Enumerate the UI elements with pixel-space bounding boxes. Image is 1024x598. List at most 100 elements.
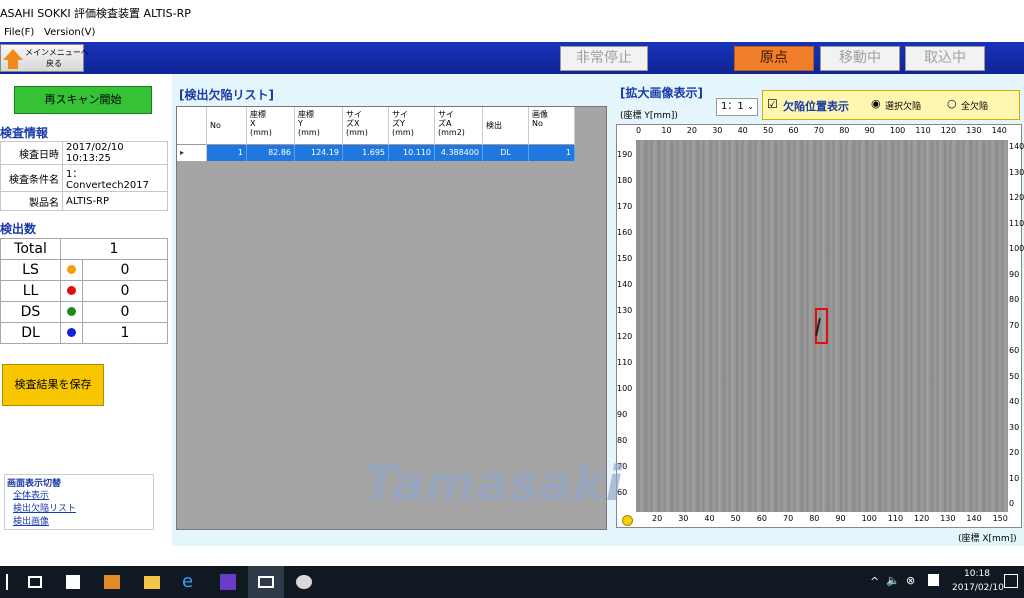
top-tick-label: 30 <box>712 126 723 135</box>
link-overall-view[interactable]: 全体表示 <box>13 488 49 501</box>
col-header: No <box>207 107 247 145</box>
right-tick-label: 110 <box>1009 218 1024 228</box>
bottom-tick-label: 140 <box>966 514 982 523</box>
count-label: LL <box>0 280 61 302</box>
back-button-label: メインメニューへ 戻る <box>25 48 89 68</box>
window-title: ASAHI SOKKI 評価検査装置 ALTIS-RP <box>0 7 191 20</box>
cell-x: 82.86 <box>247 145 295 161</box>
top-tick-label: 100 <box>890 126 906 135</box>
chevron-down-icon: ⌄ <box>747 102 754 111</box>
start-icon[interactable] <box>6 574 14 590</box>
link-detected-image[interactable]: 検出画像 <box>13 514 49 527</box>
left-tick-label: 190 <box>617 150 633 159</box>
menu-file[interactable]: File(F) <box>4 27 34 38</box>
unloading-button[interactable]: 取込中 <box>905 46 985 71</box>
radio-selected-icon[interactable]: ◉ <box>871 97 881 110</box>
ll-dot-icon <box>67 286 76 295</box>
bottom-tick-label: 130 <box>940 514 956 523</box>
origin-button[interactable]: 原点 <box>734 46 814 71</box>
bottom-tick-label: 50 <box>730 514 741 523</box>
view-switch-box: 画面表示切替 全体表示 検出欠陥リスト 検出画像 <box>4 474 154 530</box>
clock-date[interactable]: 2017/02/10 <box>952 583 1004 593</box>
count-value: 0 <box>82 280 168 302</box>
total-value: 1 <box>60 238 168 260</box>
volume-icon[interactable]: 🔈 <box>886 574 900 587</box>
cell-no: 1 <box>207 145 247 161</box>
top-tick-label: 80 <box>839 126 850 135</box>
count-value: 1 <box>82 322 168 344</box>
zoom-value: 1：1 <box>721 101 744 112</box>
left-tick-label: 140 <box>617 280 633 289</box>
info-row: 検査日時 2017/02/10 10:13:25 <box>0 141 168 165</box>
edge-icon[interactable]: e <box>182 572 202 592</box>
info-key: 製品名 <box>0 191 63 211</box>
visual-studio-icon[interactable] <box>220 574 236 590</box>
radio-unselected-icon[interactable]: ○ <box>947 97 957 110</box>
col-header: 画像 No <box>529 107 575 145</box>
task-view-icon[interactable] <box>28 576 42 588</box>
col-header: 座標 Y (mm) <box>295 107 343 145</box>
left-tick-label: 110 <box>617 358 633 367</box>
checkbox-checked-icon[interactable]: ☑ <box>767 97 778 111</box>
right-tick-label: 90 <box>1009 269 1020 279</box>
network-icon[interactable]: ⊗ <box>906 574 915 587</box>
left-tick-label: 160 <box>617 228 633 237</box>
right-tick-label: 40 <box>1009 397 1020 406</box>
count-label: DL <box>0 322 61 344</box>
right-tick-label: 0 <box>1009 499 1015 508</box>
detection-count-table: Total 1 LS 0 LL 0 DS 0 DL 1 <box>0 238 168 344</box>
moving-button[interactable]: 移動中 <box>820 46 900 71</box>
menu-version[interactable]: Version(V) <box>44 27 95 38</box>
info-value: 2017/02/10 10:13:25 <box>62 141 168 165</box>
top-tick-label: 110 <box>915 126 931 135</box>
zoom-select[interactable]: 1：1 ⌄ <box>716 98 758 116</box>
defect-position-options: ☑ 欠陥位置表示 ◉ 選択欠陥 ○ 全欠陥 <box>762 90 1020 120</box>
ime-icon[interactable] <box>928 574 939 586</box>
defect-list-title: [検出欠陥リスト] <box>179 88 274 102</box>
info-row: 製品名 ALTIS-RP <box>0 191 168 211</box>
left-tick-label: 150 <box>617 254 633 263</box>
detection-count-title: 検出数 <box>0 222 37 236</box>
back-to-main-menu-button[interactable]: メインメニューへ 戻る <box>0 44 89 72</box>
top-tick-label: 60 <box>788 126 799 135</box>
y-coord-label: (座標 Y[mm]) <box>620 111 678 121</box>
defect-grid-header: No 座標 X (mm) 座標 Y (mm) サイ ズX (mm) サイ ズY … <box>177 107 575 145</box>
top-tick-label: 50 <box>763 126 774 135</box>
emergency-stop-button[interactable]: 非常停止 <box>560 46 648 71</box>
media-icon[interactable] <box>104 575 120 589</box>
tray-chevron-up-icon[interactable]: ^ <box>870 575 879 588</box>
right-tick-label: 80 <box>1009 295 1020 304</box>
bottom-tick-label: 90 <box>835 514 846 523</box>
active-app-icon[interactable] <box>248 566 284 598</box>
clock-time[interactable]: 10:18 <box>964 569 990 579</box>
inspection-info-title: 検査情報 <box>0 126 49 140</box>
total-label: Total <box>0 238 61 260</box>
notification-icon[interactable] <box>1004 574 1018 588</box>
link-defect-list[interactable]: 検出欠陥リスト <box>13 501 76 514</box>
top-tick-label: 120 <box>940 126 957 135</box>
store-icon[interactable] <box>66 575 80 589</box>
file-explorer-icon[interactable] <box>144 576 160 589</box>
top-tick-label: 70 <box>813 126 824 135</box>
ls-dot-icon <box>67 265 76 274</box>
paint-icon[interactable] <box>296 575 312 589</box>
count-value: 0 <box>82 259 168 281</box>
rescan-button[interactable]: 再スキャン開始 <box>14 86 152 114</box>
top-tick-label: 140 <box>991 126 1007 135</box>
table-row[interactable]: ▸ 1 82.86 124.19 1.695 10.110 4.388400 D… <box>177 145 575 161</box>
right-tick-label: 50 <box>1009 371 1020 381</box>
left-tick-label: 130 <box>617 306 633 315</box>
radio-selected-defect-label: 選択欠陥 <box>885 102 922 112</box>
bottom-tick-label: 80 <box>809 514 820 523</box>
menu-bar: File(F) Version(V) <box>0 24 1024 42</box>
top-tick-label: 10 <box>661 126 672 135</box>
bottom-tick-label: 120 <box>914 514 930 523</box>
top-axis: 0 10 20 30 40 50 60 70 80 90 100 110 120 130 140 <box>636 126 1008 138</box>
right-tick-label: 100 <box>1009 244 1024 253</box>
left-tick-label: 90 <box>617 410 628 419</box>
right-axis: 140 130 120 110 100 90 80 70 60 50 40 30 20 10 0 <box>1008 140 1024 512</box>
right-tick-label: 120 <box>1009 193 1024 202</box>
right-tick-label: 130 <box>1009 167 1024 177</box>
save-results-button[interactable]: 検査結果を保存 <box>2 364 104 406</box>
left-tick-label: 80 <box>617 436 628 445</box>
